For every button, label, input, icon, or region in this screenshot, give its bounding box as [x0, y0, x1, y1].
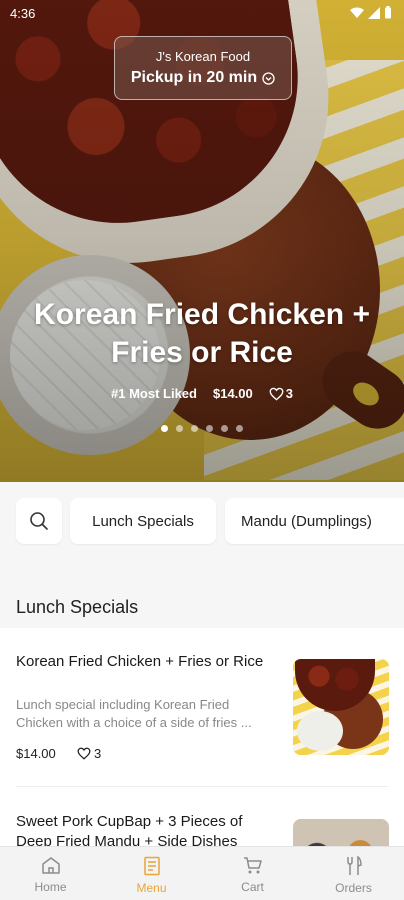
- pickup-time: Pickup in 20 min: [130, 69, 258, 86]
- carousel-dot[interactable]: [236, 425, 243, 432]
- wifi-icon: [350, 7, 364, 18]
- heart-icon: [77, 747, 91, 760]
- signal-icon: [368, 6, 380, 19]
- nav-orders[interactable]: Orders: [303, 847, 404, 900]
- chevron-down-icon: [262, 71, 275, 85]
- hero-price: $14.00: [212, 386, 253, 401]
- item-name: Korean Fried Chicken + Fries or Rice: [16, 653, 264, 670]
- hero-meta: #1 Most Liked $14.00 3: [0, 386, 404, 401]
- category-bar: Lunch Specials Mandu (Dumplings): [0, 482, 404, 560]
- item-name: Sweet Pork CupBap + 3 Pieces of Deep Fri…: [16, 813, 243, 846]
- home-icon: [41, 857, 60, 874]
- menu-item[interactable]: Korean Fried Chicken + Fries or Rice Lun…: [0, 628, 404, 788]
- item-price: $14.00: [16, 746, 56, 761]
- nav-cart[interactable]: Cart: [202, 847, 303, 900]
- search-button[interactable]: [16, 498, 62, 544]
- carousel-dot[interactable]: [191, 425, 198, 432]
- status-time: 4:36: [10, 6, 36, 21]
- hero-likes: 3: [285, 386, 293, 401]
- battery-icon: [385, 6, 391, 19]
- hero-banner[interactable]: 4:36 J's Korean Food Pickup in 20 min Ko…: [0, 0, 404, 482]
- nav-menu[interactable]: Menu: [101, 847, 202, 900]
- menu-book-icon: [143, 856, 160, 876]
- heart-icon: [269, 387, 284, 401]
- carousel-dot[interactable]: [161, 425, 168, 432]
- pickup-selector[interactable]: J's Korean Food Pickup in 20 min: [114, 36, 292, 100]
- menu-list: Korean Fried Chicken + Fries or Rice Lun…: [0, 628, 404, 846]
- item-image: [293, 659, 389, 755]
- item-likes: 3: [94, 746, 102, 761]
- cart-icon: [243, 857, 262, 874]
- item-divider: [16, 786, 388, 787]
- search-icon: [30, 512, 48, 530]
- carousel-dot[interactable]: [221, 425, 228, 432]
- carousel-dot[interactable]: [206, 425, 213, 432]
- nav-home[interactable]: Home: [0, 847, 101, 900]
- menu-item[interactable]: Sweet Pork CupBap + 3 Pieces of Deep Fri…: [0, 788, 404, 846]
- item-description: Lunch special including Korean Fried Chi…: [16, 697, 252, 730]
- hero-title: Korean Fried Chicken + Fries or Rice: [34, 298, 370, 369]
- item-image: [293, 819, 389, 846]
- category-chip-mandu[interactable]: Mandu (Dumplings): [225, 498, 404, 544]
- carousel-dot[interactable]: [176, 425, 183, 432]
- hero-badge: #1 Most Liked: [111, 386, 197, 401]
- status-bar: 4:36: [0, 0, 404, 26]
- section-title: Lunch Specials: [16, 597, 139, 617]
- carousel-indicator: [0, 425, 404, 432]
- store-name: J's Korean Food: [155, 49, 251, 64]
- category-chip-lunch-specials[interactable]: Lunch Specials: [70, 498, 216, 544]
- bottom-nav: Home Menu Cart Orders: [0, 846, 404, 900]
- utensils-icon: [346, 856, 362, 875]
